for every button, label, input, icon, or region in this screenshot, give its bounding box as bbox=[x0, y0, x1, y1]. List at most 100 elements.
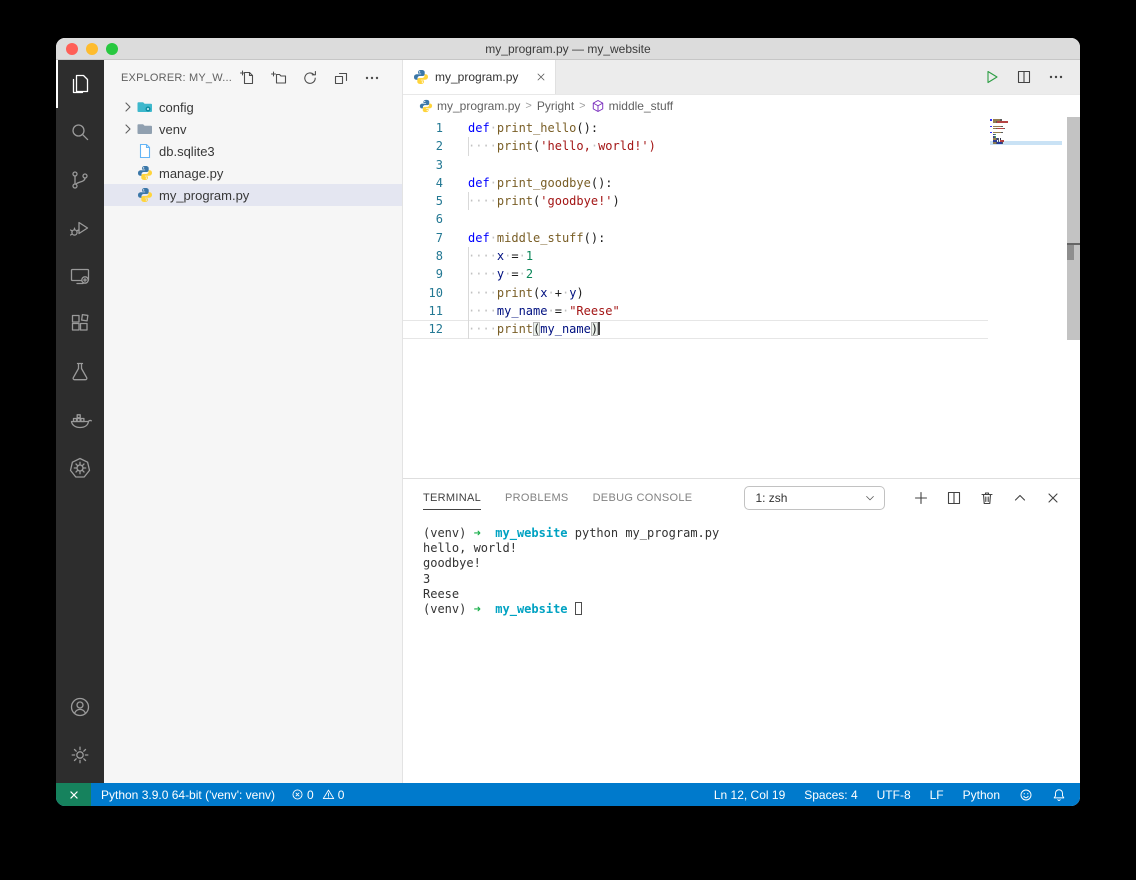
zoom-window-button[interactable] bbox=[106, 43, 118, 55]
more-editor-actions-button[interactable] bbox=[1048, 69, 1064, 85]
new-file-button[interactable] bbox=[240, 70, 256, 86]
traffic-lights bbox=[66, 38, 118, 60]
activity-item-remote-explorer[interactable] bbox=[56, 252, 104, 300]
title-bar[interactable]: my_program.py — my_website bbox=[56, 38, 1080, 60]
panel-tab-debug-console[interactable]: DEBUG CONSOLE bbox=[593, 479, 693, 517]
terminal-line: Reese bbox=[423, 587, 1080, 602]
line-number: 4 bbox=[403, 174, 443, 192]
editor-cursor bbox=[598, 322, 600, 335]
minimize-window-button[interactable] bbox=[86, 43, 98, 55]
close-panel-button[interactable] bbox=[1045, 490, 1061, 506]
status-lf[interactable]: LF bbox=[930, 788, 944, 802]
tab-my-program[interactable]: my_program.py bbox=[403, 60, 556, 94]
code-line-7[interactable]: 7def·middle_stuff(): bbox=[403, 229, 988, 247]
status-python[interactable]: Python bbox=[963, 788, 1000, 802]
status-spaces-4[interactable]: Spaces: 4 bbox=[804, 788, 857, 802]
debug-icon bbox=[68, 216, 92, 240]
python-interpreter-button[interactable]: Python 3.9.0 64-bit ('venv': venv) bbox=[101, 788, 275, 802]
chev-up-icon bbox=[1012, 490, 1028, 506]
activity-item-search[interactable] bbox=[56, 108, 104, 156]
editor-scrollbar[interactable] bbox=[1067, 117, 1080, 340]
maximize-panel-button[interactable] bbox=[1012, 490, 1028, 506]
code-line-11[interactable]: 11····my_name·=·"Reese" bbox=[403, 302, 988, 320]
line-number: 11 bbox=[403, 302, 443, 320]
editor[interactable]: 1def·print_hello():2····print('hello,·wo… bbox=[403, 117, 1080, 478]
code-line-4[interactable]: 4def·print_goodbye(): bbox=[403, 174, 988, 192]
tree-item-label: my_program.py bbox=[159, 188, 249, 203]
code-line-6[interactable]: 6 bbox=[403, 210, 988, 228]
file-db-icon bbox=[137, 143, 153, 159]
search-icon bbox=[68, 120, 92, 144]
code-line-9[interactable]: 9····y·=·2 bbox=[403, 265, 988, 283]
terminal-line: goodbye! bbox=[423, 556, 1080, 571]
breadcrumb-separator: > bbox=[579, 100, 585, 112]
code-line-10[interactable]: 10····print(x·+·y) bbox=[403, 284, 988, 302]
kill-terminal-button[interactable] bbox=[979, 490, 995, 506]
tree-item-db-sqlite3[interactable]: db.sqlite3 bbox=[104, 140, 402, 162]
run-python-file-button[interactable] bbox=[984, 69, 1000, 85]
desktop-background: my_program.py — my_website EXPLORER: MY_… bbox=[0, 0, 1136, 880]
scrollbar-thumb[interactable] bbox=[1067, 245, 1074, 260]
breadcrumbs: my_program.py>Pyright>middle_stuff bbox=[403, 95, 1080, 117]
tree-item-my-program-py[interactable]: my_program.py bbox=[104, 184, 402, 206]
remote-sb-icon bbox=[67, 788, 81, 802]
tab-close-button[interactable] bbox=[535, 71, 547, 83]
feedback-button[interactable] bbox=[1019, 788, 1033, 802]
git-icon bbox=[68, 168, 92, 192]
code-line-2[interactable]: 2····print('hello,·world!') bbox=[403, 137, 988, 155]
refresh-explorer-button[interactable] bbox=[302, 70, 318, 86]
problems-indicator[interactable]: 0 0 bbox=[291, 788, 344, 802]
split-editor-button[interactable] bbox=[1016, 69, 1032, 85]
terminal[interactable]: (venv) ➜ my_website python my_program.py… bbox=[403, 517, 1080, 617]
activity-item-explorer[interactable] bbox=[56, 60, 104, 108]
line-number: 12 bbox=[403, 320, 443, 338]
chevron-right-icon bbox=[120, 99, 136, 115]
activity-item-extensions[interactable] bbox=[56, 300, 104, 348]
tree-item-venv[interactable]: venv bbox=[104, 118, 402, 140]
activity-item-run-debug[interactable] bbox=[56, 204, 104, 252]
activity-item-accounts[interactable] bbox=[56, 683, 104, 731]
line-number: 1 bbox=[403, 119, 443, 137]
panel-header: TERMINAL PROBLEMS DEBUG CONSOLE 1: zsh bbox=[403, 479, 1080, 517]
tree-item-manage-py[interactable]: manage.py bbox=[104, 162, 402, 184]
new-terminal-button[interactable] bbox=[913, 490, 929, 506]
code-line-12[interactable]: 12····print(my_name) bbox=[403, 320, 988, 338]
terminal-line: (venv) ➜ my_website python my_program.py bbox=[423, 526, 1080, 541]
extensions-icon bbox=[68, 312, 92, 336]
window-title: my_program.py — my_website bbox=[485, 42, 650, 56]
collapse-icon bbox=[333, 70, 349, 86]
breadcrumb-my-program-py[interactable]: my_program.py bbox=[419, 99, 520, 113]
more-actions-button[interactable] bbox=[364, 70, 380, 86]
tree-item-config[interactable]: config bbox=[104, 96, 402, 118]
code-line-3[interactable]: 3 bbox=[403, 156, 988, 174]
shell-select-value: 1: zsh bbox=[755, 491, 787, 505]
collapse-folders-button[interactable] bbox=[333, 70, 349, 86]
warning-count: 0 bbox=[338, 788, 345, 802]
panel-tab-problems[interactable]: PROBLEMS bbox=[505, 479, 569, 517]
breadcrumb-middle-stuff[interactable]: middle_stuff bbox=[591, 99, 673, 113]
error-count: 0 bbox=[307, 788, 314, 802]
close-window-button[interactable] bbox=[66, 43, 78, 55]
split-terminal-button[interactable] bbox=[946, 490, 962, 506]
activity-item-kubernetes[interactable] bbox=[56, 444, 104, 492]
activity-item-settings[interactable] bbox=[56, 731, 104, 779]
panel-tab-terminal[interactable]: TERMINAL bbox=[423, 479, 481, 517]
tab-label: my_program.py bbox=[435, 70, 529, 84]
status-utf-8[interactable]: UTF-8 bbox=[877, 788, 911, 802]
activity-item-testing[interactable] bbox=[56, 348, 104, 396]
new-file-icon bbox=[240, 70, 256, 86]
status-ln-12-col-19[interactable]: Ln 12, Col 19 bbox=[714, 788, 785, 802]
code-line-8[interactable]: 8····x·=·1 bbox=[403, 247, 988, 265]
error-icon bbox=[291, 788, 304, 801]
minimap[interactable] bbox=[990, 119, 1062, 159]
activity-item-source-control[interactable] bbox=[56, 156, 104, 204]
remote-indicator-button[interactable] bbox=[56, 783, 91, 806]
activity-item-docker[interactable] bbox=[56, 396, 104, 444]
new-folder-button[interactable] bbox=[271, 70, 287, 86]
terminal-shell-select[interactable]: 1: zsh bbox=[744, 486, 885, 510]
code-line-1[interactable]: 1def·print_hello(): bbox=[403, 119, 988, 137]
notifications-button[interactable] bbox=[1052, 788, 1066, 802]
breadcrumb-Pyright[interactable]: Pyright bbox=[537, 99, 574, 113]
line-number: 7 bbox=[403, 229, 443, 247]
code-line-5[interactable]: 5····print('goodbye!') bbox=[403, 192, 988, 210]
